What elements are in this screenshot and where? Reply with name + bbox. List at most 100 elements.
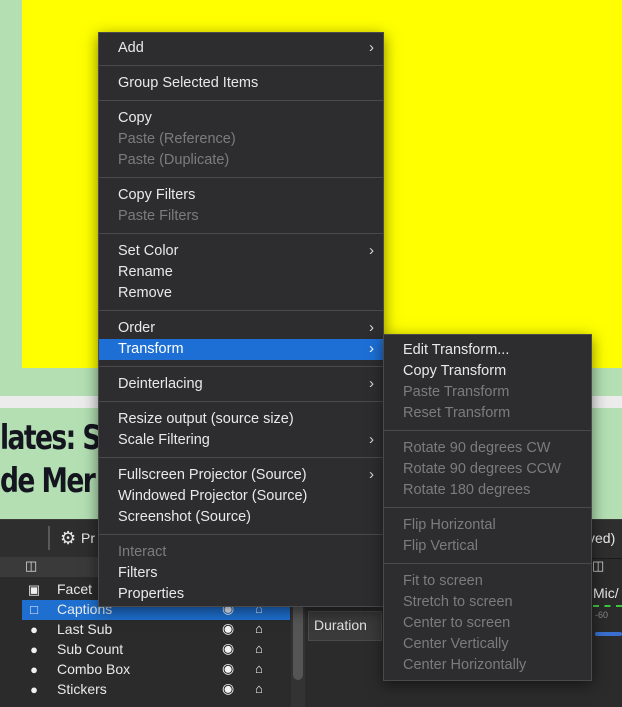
gear-icon[interactable]: ⚙	[60, 528, 76, 549]
menu-item-scale-filtering[interactable]: Scale Filtering ›	[99, 430, 383, 451]
menu-item-add[interactable]: Add ›	[99, 38, 383, 59]
menu-item-label: Reset Transform	[403, 405, 511, 421]
menu-item-label: Scale Filtering	[118, 432, 210, 448]
menu-item-fullscreen-projector-source[interactable]: Fullscreen Projector (Source) ›	[99, 465, 383, 486]
menu-item-reset-transform: Reset Transform	[384, 403, 591, 424]
unlock-icon[interactable]: ⌂	[255, 641, 263, 656]
preview-headline-line1: lates: S	[0, 418, 101, 458]
menu-item-paste-filters: Paste Filters	[99, 206, 383, 227]
menu-item-stretch-to-screen: Stretch to screen	[384, 592, 591, 613]
menu-item-label: Group Selected Items	[118, 75, 259, 91]
menu-item-label: Paste Transform	[403, 384, 510, 400]
chevron-right-icon: ›	[369, 242, 374, 259]
mixer-db-label: -60	[595, 610, 609, 620]
unlock-icon[interactable]: ⌂	[255, 621, 263, 636]
preview-headline-line2: de Mer	[0, 461, 96, 501]
chevron-right-icon: ›	[369, 466, 374, 483]
menu-item-label: Order	[118, 320, 156, 336]
menu-item-paste-duplicate: Paste (Duplicate)	[99, 150, 383, 171]
eye-icon[interactable]: ◉	[222, 660, 234, 677]
eye-icon[interactable]: ◉	[222, 620, 234, 637]
menu-separator	[384, 507, 591, 508]
menu-item-copy-transform[interactable]: Copy Transform	[384, 361, 591, 382]
globe-icon: ●	[30, 642, 38, 657]
transform-submenu: Edit Transform... Copy Transform Paste Tra…	[383, 334, 592, 681]
menu-item-transform[interactable]: Transform ›	[99, 339, 383, 360]
lock-icon[interactable]: ⌂	[255, 681, 263, 696]
chevron-right-icon: ›	[369, 431, 374, 448]
menu-item-label: Rotate 90 degrees CCW	[403, 461, 561, 477]
source-context-menu: Add › Group Selected Items Copy Paste (Refer…	[98, 32, 384, 607]
unlock-icon[interactable]: ⌂	[255, 661, 263, 676]
menu-item-label: Center to screen	[403, 615, 511, 631]
chevron-right-icon: ›	[369, 375, 374, 392]
globe-icon: ●	[30, 662, 38, 677]
menu-item-label: Deinterlacing	[118, 376, 203, 392]
menu-item-paste-transform: Paste Transform	[384, 382, 591, 403]
menu-item-flip-vertical: Flip Vertical	[384, 536, 591, 557]
menu-item-label: Center Vertically	[403, 636, 509, 652]
menu-separator	[99, 401, 383, 402]
source-name: Stickers	[57, 681, 107, 697]
menu-item-paste-reference: Paste (Reference)	[99, 129, 383, 150]
globe-icon: ●	[30, 682, 38, 697]
menu-item-label: Fullscreen Projector (Source)	[118, 467, 307, 483]
menu-item-label: Rotate 90 degrees CW	[403, 440, 551, 456]
menu-item-set-color[interactable]: Set Color ›	[99, 241, 383, 262]
source-row-last-sub[interactable]: ● Last Sub ◉ ⌂	[22, 620, 290, 640]
dock-title: Pr	[81, 530, 95, 546]
menu-item-copy[interactable]: Copy	[99, 108, 383, 129]
menu-separator	[99, 65, 383, 66]
undock-icon[interactable]: ◫	[25, 558, 37, 574]
menu-item-label: Rotate 180 degrees	[403, 482, 531, 498]
menu-item-label: Paste Filters	[118, 208, 199, 224]
menu-item-label: Filters	[118, 565, 158, 581]
undock-icon[interactable]: ◫	[592, 558, 604, 574]
menu-item-edit-transform[interactable]: Edit Transform...	[384, 340, 591, 361]
source-row-sub-count[interactable]: ● Sub Count ◉ ⌂	[22, 640, 290, 660]
menu-item-remove[interactable]: Remove	[99, 283, 383, 304]
menu-item-properties[interactable]: Properties	[99, 584, 383, 605]
menu-item-label: Center Horizontally	[403, 657, 527, 673]
menu-item-rotate-180-degrees: Rotate 180 degrees	[384, 480, 591, 501]
menu-separator	[99, 233, 383, 234]
source-name: Last Sub	[57, 621, 113, 637]
menu-item-resize-output-source-size[interactable]: Resize output (source size)	[99, 409, 383, 430]
menu-item-label: Flip Vertical	[403, 538, 478, 554]
mixer-fader[interactable]	[595, 632, 622, 636]
menu-item-label: Copy Transform	[403, 363, 507, 379]
menu-item-label: Paste (Reference)	[118, 131, 236, 147]
source-name: Facet	[57, 581, 93, 597]
menu-item-filters[interactable]: Filters	[99, 563, 383, 584]
source-row-combo-box[interactable]: ● Combo Box ◉ ⌂	[22, 660, 290, 680]
menu-item-label: Interact	[118, 544, 167, 560]
menu-item-rotate-90-degrees-cw: Rotate 90 degrees CW	[384, 438, 591, 459]
menu-item-label: Properties	[118, 586, 185, 602]
menu-item-label: Remove	[118, 285, 172, 301]
menu-item-label: Flip Horizontal	[403, 517, 496, 533]
source-row-stickers[interactable]: ● Stickers ◉ ⌂	[22, 680, 290, 700]
mixer-track-label: Mic/	[593, 585, 619, 601]
menu-separator	[99, 457, 383, 458]
eye-icon[interactable]: ◉	[222, 640, 234, 657]
menu-item-label: Rename	[118, 264, 173, 280]
menu-item-label: Windowed Projector (Source)	[118, 488, 308, 504]
menu-item-windowed-projector-source[interactable]: Windowed Projector (Source)	[99, 486, 383, 507]
saved-status-text: ved)	[588, 530, 616, 546]
globe-icon: ●	[30, 622, 38, 637]
eye-icon[interactable]: ◉	[222, 680, 234, 697]
camera-icon: ▣	[27, 582, 41, 597]
dock-separator	[48, 526, 50, 550]
menu-separator	[384, 563, 591, 564]
menu-item-group-selected-items[interactable]: Group Selected Items	[99, 73, 383, 94]
source-name: Combo Box	[57, 661, 131, 677]
menu-item-screenshot-source[interactable]: Screenshot (Source)	[99, 507, 383, 528]
menu-item-label: Paste (Duplicate)	[118, 152, 230, 168]
menu-separator	[99, 177, 383, 178]
menu-item-rename[interactable]: Rename	[99, 262, 383, 283]
menu-item-deinterlacing[interactable]: Deinterlacing ›	[99, 374, 383, 395]
menu-item-center-horizontally: Center Horizontally	[384, 655, 591, 676]
menu-item-order[interactable]: Order ›	[99, 318, 383, 339]
menu-item-copy-filters[interactable]: Copy Filters	[99, 185, 383, 206]
menu-item-label: Transform	[118, 341, 184, 357]
